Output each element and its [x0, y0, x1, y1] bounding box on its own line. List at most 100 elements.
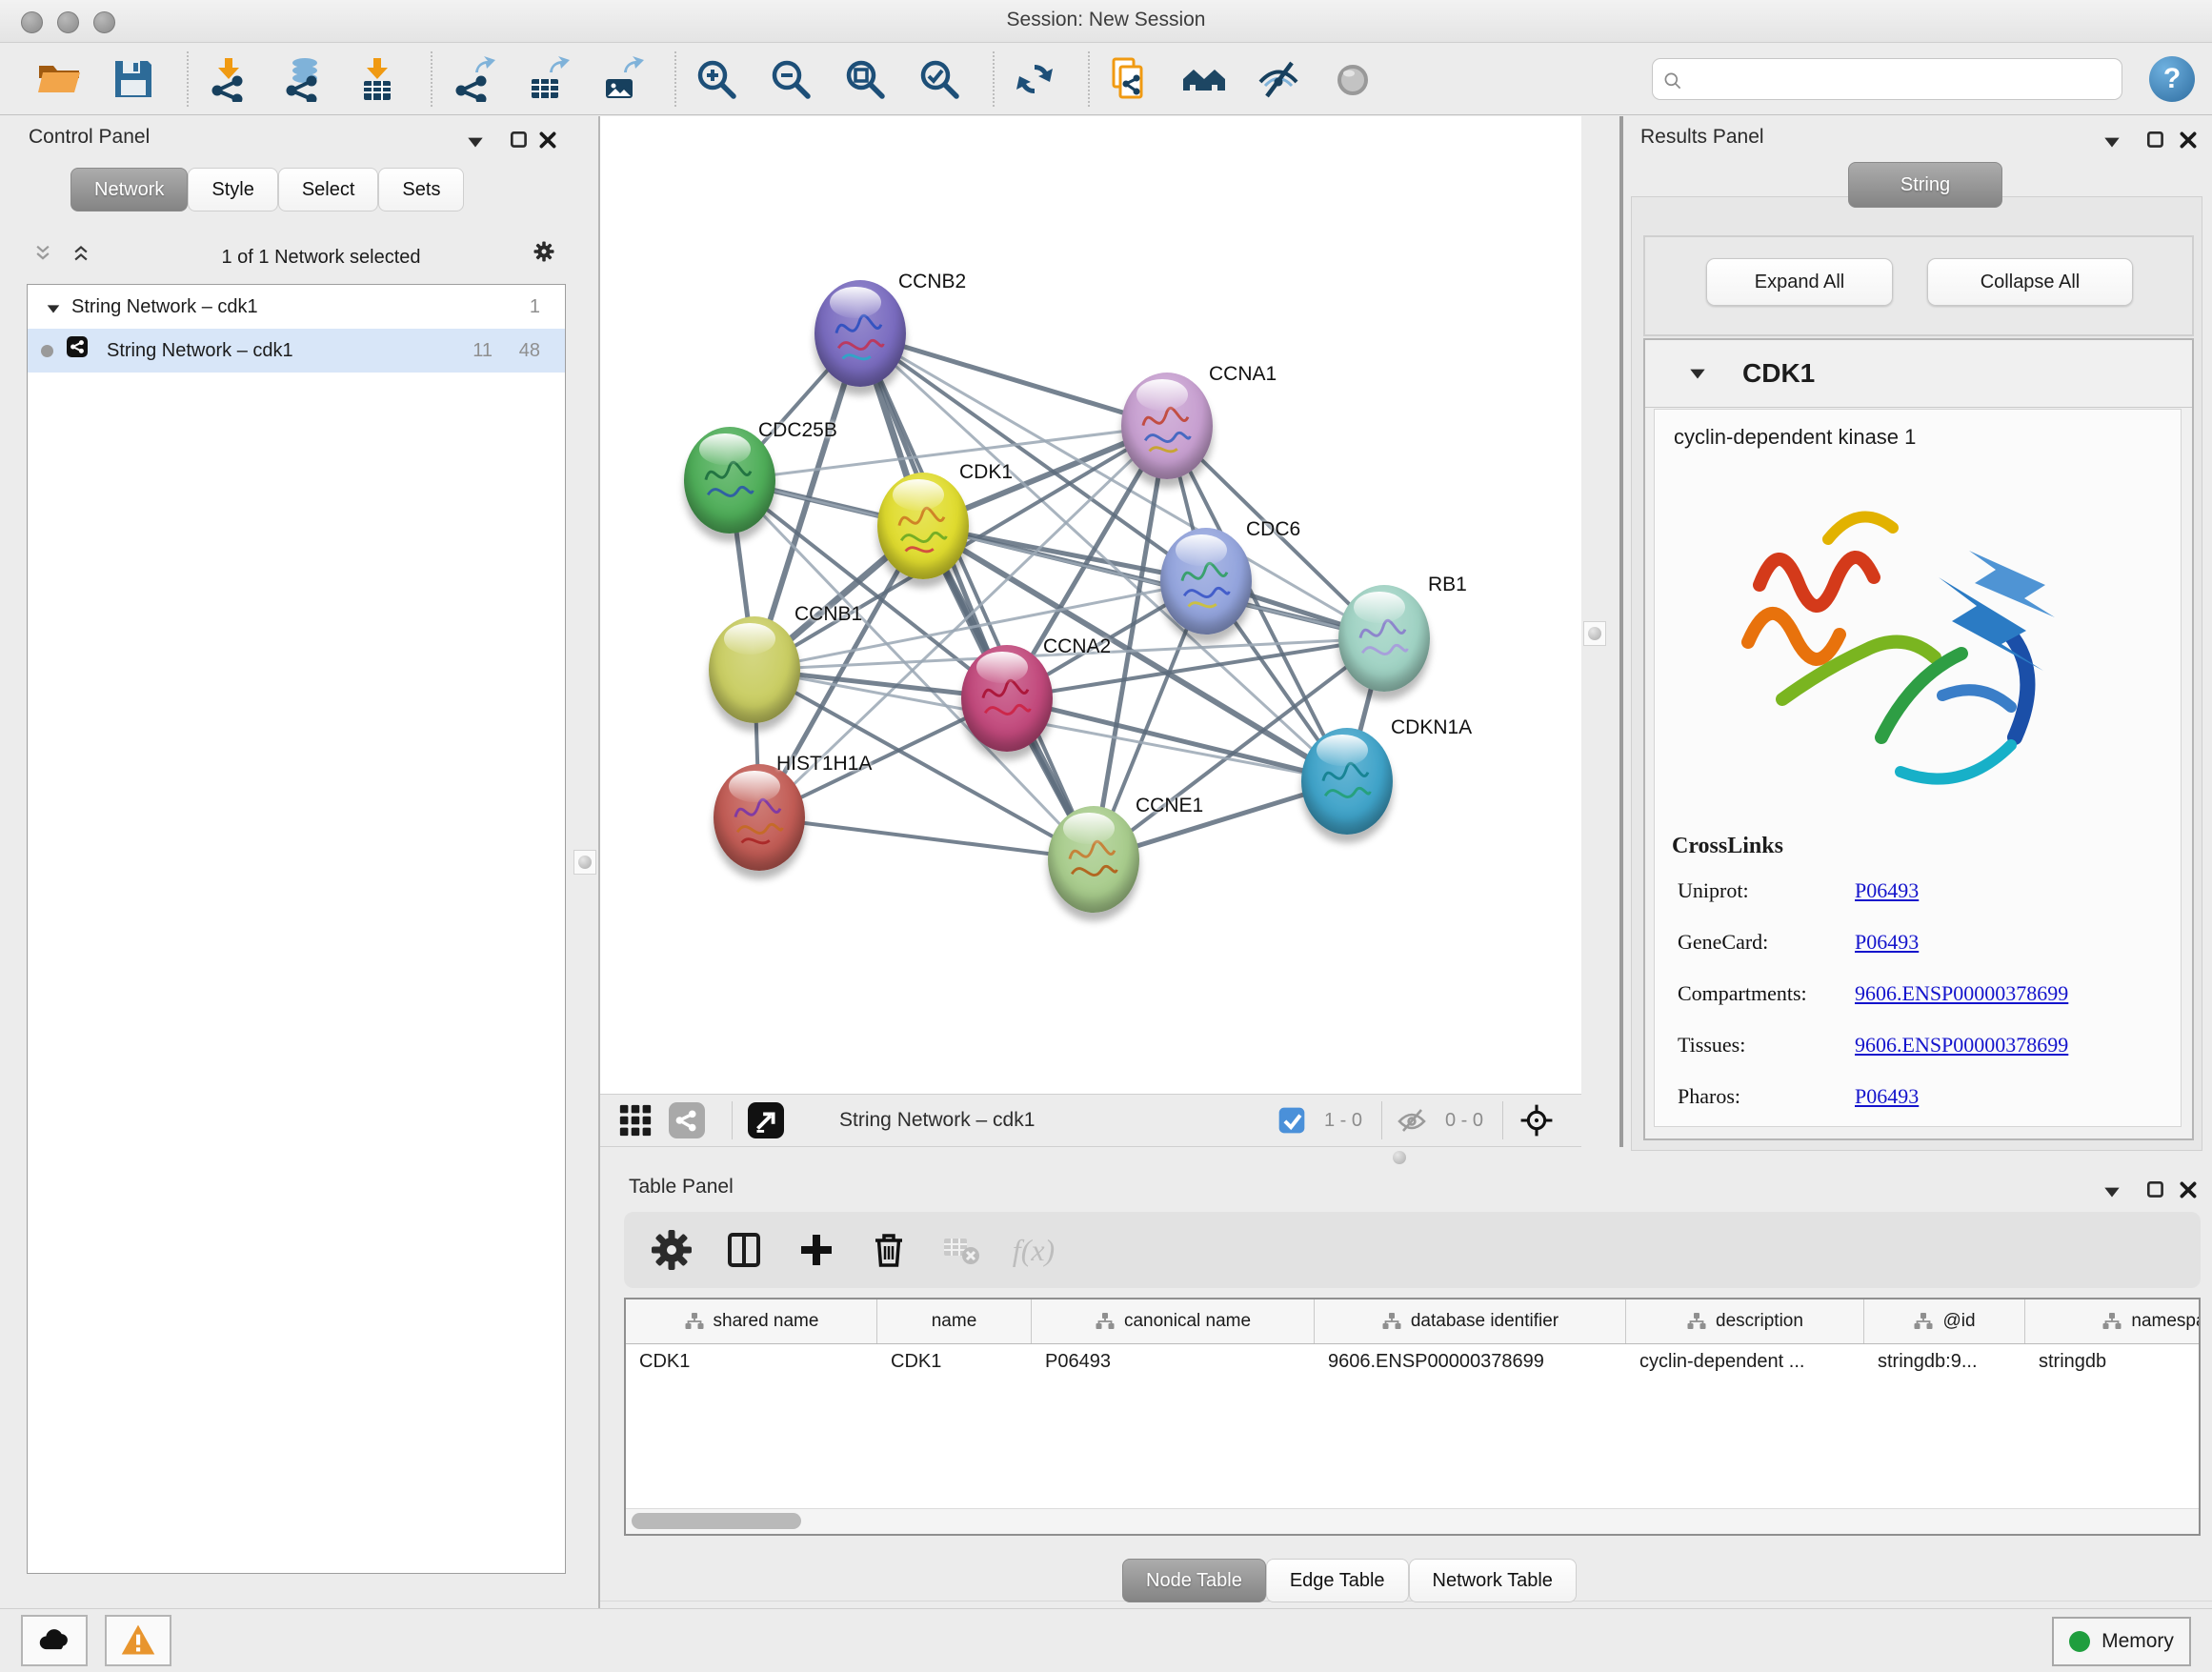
search-box[interactable] [1652, 58, 2122, 100]
network-node-ccnb2[interactable] [814, 280, 906, 387]
help-button[interactable]: ? [2149, 56, 2195, 102]
import-table-from-file-button[interactable] [352, 53, 402, 105]
first-neighbors-button[interactable] [1179, 53, 1229, 105]
memory-button[interactable]: Memory [2052, 1617, 2191, 1666]
network-node-cdk1[interactable] [877, 473, 969, 579]
column-header-database-identifier[interactable]: database identifier [1315, 1299, 1626, 1343]
hide-selected-button[interactable] [1254, 53, 1303, 105]
network-node-cdc6[interactable] [1160, 528, 1252, 635]
tab-sets[interactable]: Sets [378, 168, 464, 212]
column-header-name[interactable]: name [877, 1299, 1032, 1343]
network-node-ccne1[interactable] [1048, 806, 1139, 913]
collapse-all-button[interactable]: Collapse All [1927, 258, 2133, 306]
tab-node-table[interactable]: Node Table [1122, 1559, 1266, 1602]
panel-close-icon[interactable] [2178, 130, 2199, 151]
warnings-button[interactable] [105, 1615, 171, 1666]
detach-view-icon[interactable] [746, 1100, 786, 1140]
network-node-ccna2[interactable] [961, 645, 1053, 752]
export-image-button[interactable] [596, 53, 646, 105]
table-row[interactable]: CDK1CDK1P064939606.ENSP00000378699cyclin… [626, 1344, 2201, 1384]
panel-float-icon[interactable] [509, 130, 530, 151]
delete-columns-button[interactable] [862, 1223, 915, 1277]
tab-select[interactable]: Select [278, 168, 379, 212]
network-collection-row[interactable]: String Network – cdk1 1 [28, 285, 565, 329]
panel-float-icon[interactable] [2145, 1179, 2166, 1200]
tab-network-table[interactable]: Network Table [1409, 1559, 1577, 1602]
crosslink-link[interactable]: 9606.ENSP00000378699 [1855, 1033, 2068, 1058]
table-horizontal-scrollbar[interactable] [626, 1508, 2199, 1534]
zoom-out-button[interactable] [766, 53, 815, 105]
network-node-rb1[interactable] [1338, 585, 1430, 692]
cell-name[interactable]: CDK1 [877, 1344, 1032, 1384]
column-header-shared-name[interactable]: shared name [626, 1299, 877, 1343]
network-node-cdc25b[interactable] [684, 427, 775, 534]
zoom-fit-content-button[interactable] [840, 53, 890, 105]
expand-all-networks-icon[interactable] [32, 243, 61, 272]
crosslink-link[interactable]: 9606.ENSP00000378699 [1855, 981, 2068, 1006]
apply-preferred-layout-button[interactable] [1010, 53, 1059, 105]
collection-expand-icon[interactable] [45, 298, 62, 315]
network-edge-ccnb2-ccna1[interactable] [860, 333, 1167, 426]
tab-style[interactable]: Style [188, 168, 277, 212]
panel-menu-icon[interactable] [2101, 1181, 2122, 1202]
cell-shared-name[interactable]: CDK1 [626, 1344, 877, 1384]
node-result-header[interactable]: CDK1 [1645, 340, 2192, 408]
export-table-button[interactable] [522, 53, 572, 105]
selected-checkbox-icon[interactable] [1277, 1100, 1307, 1140]
import-network-from-file-button[interactable] [204, 53, 253, 105]
hidden-eye-icon[interactable] [1396, 1100, 1428, 1140]
cell-id[interactable]: stringdb:9... [1864, 1344, 2025, 1384]
network-node-cdkn1a[interactable] [1301, 728, 1393, 835]
panel-close-icon[interactable] [537, 130, 558, 151]
search-input[interactable] [1683, 61, 2122, 97]
tab-string[interactable]: String [1848, 162, 2002, 208]
left-splitter-grip[interactable] [573, 850, 596, 875]
import-network-from-database-button[interactable] [278, 53, 328, 105]
crosslink-link[interactable]: P06493 [1855, 930, 1919, 955]
column-header-namespace[interactable]: namespace [2025, 1299, 2201, 1343]
export-network-button[interactable] [448, 53, 497, 105]
open-session-button[interactable] [34, 53, 84, 105]
horizontal-splitter-grip[interactable] [1387, 1147, 1412, 1168]
section-collapse-icon[interactable] [1687, 363, 1708, 384]
create-column-button[interactable] [790, 1223, 843, 1277]
cell-canonical-name[interactable]: P06493 [1032, 1344, 1315, 1384]
network-canvas[interactable]: CCNB2CCNA1CDC25BCDK1CDC6RB1CCNB1CCNA2CDK… [600, 116, 1581, 1094]
cell-database-identifier[interactable]: 9606.ENSP00000378699 [1315, 1344, 1626, 1384]
duplicate-network-button[interactable] [1105, 53, 1155, 105]
panel-close-icon[interactable] [2178, 1179, 2199, 1200]
cloud-button[interactable] [21, 1615, 88, 1666]
zoom-in-button[interactable] [692, 53, 741, 105]
birdseye-view-icon[interactable] [1517, 1100, 1557, 1140]
network-node-hist1h1a[interactable] [714, 764, 805, 871]
zoom-selected-button[interactable] [915, 53, 964, 105]
network-node-ccna1[interactable] [1121, 373, 1213, 479]
expand-all-button[interactable]: Expand All [1706, 258, 1893, 306]
grid-view-icon[interactable] [615, 1100, 655, 1140]
crosslink-link[interactable]: P06493 [1855, 878, 1919, 903]
tab-edge-table[interactable]: Edge Table [1266, 1559, 1409, 1602]
network-row-selected[interactable]: String Network – cdk1 11 48 [28, 329, 565, 373]
column-header-id[interactable]: @id [1864, 1299, 2025, 1343]
crosslink-link[interactable]: P06493 [1855, 1084, 1919, 1109]
show-all-button[interactable] [1328, 53, 1377, 105]
panel-menu-icon[interactable] [465, 131, 486, 152]
right-splitter-grip[interactable] [1583, 621, 1606, 646]
network-edge-ccnb2-ccne1[interactable] [860, 333, 1094, 859]
cell-namespace[interactable]: stringdb [2025, 1344, 2201, 1384]
network-list-options-gear-icon[interactable] [533, 241, 566, 273]
panel-float-icon[interactable] [2145, 130, 2166, 151]
network-edge-hist1h1a-ccne1[interactable] [759, 817, 1094, 859]
table-options-button[interactable] [645, 1223, 698, 1277]
cell-description[interactable]: cyclin-dependent ... [1626, 1344, 1864, 1384]
scrollbar-thumb[interactable] [632, 1513, 801, 1529]
show-columns-button[interactable] [717, 1223, 771, 1277]
panel-menu-icon[interactable] [2101, 131, 2122, 152]
network-node-ccnb1[interactable] [709, 616, 800, 723]
tab-network[interactable]: Network [70, 168, 188, 212]
collapse-all-networks-icon[interactable] [70, 243, 99, 272]
save-session-button[interactable] [109, 53, 158, 105]
column-header-description[interactable]: description [1626, 1299, 1864, 1343]
network-view-icon[interactable] [667, 1100, 707, 1140]
column-header-canonical-name[interactable]: canonical name [1032, 1299, 1315, 1343]
